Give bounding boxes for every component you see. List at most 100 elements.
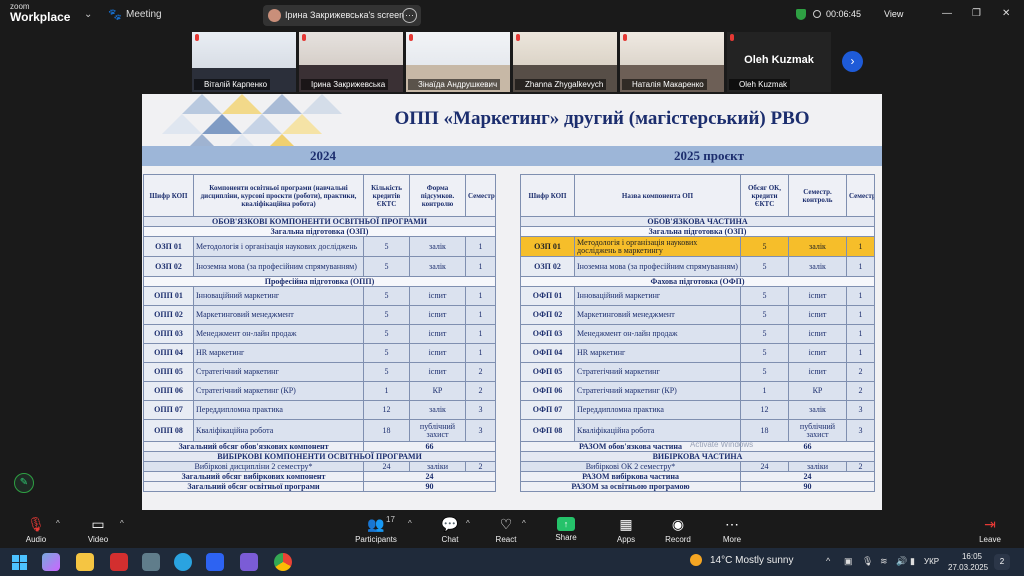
participant-tile[interactable]: Віталій Карпенко [192,32,296,92]
section-heading: ВИБІРКОВА ЧАСТИНА [520,451,875,462]
cell-name: HR маркетинг [574,343,741,363]
view-button[interactable]: View [884,9,903,19]
apps-button[interactable]: ▦ Apps [596,511,656,548]
share-button[interactable]: ↑ Share [536,511,596,548]
participant-tile[interactable]: Наталія Макаренко [620,32,724,92]
cell-name: Переддипломна практика [574,400,741,420]
table-row: ОФП 02 Маркетинговий менеджмент 5 іспит … [520,305,875,325]
windows-start-icon[interactable] [10,553,28,571]
leave-button[interactable]: ⇥ Leave [960,511,1020,548]
next-page-arrow-icon[interactable]: › [842,51,863,72]
wifi-icon[interactable]: ≋ [880,556,888,567]
participants-count: 17 [386,515,395,524]
file-explorer-icon[interactable] [76,553,94,571]
cell-form: іспит [788,324,847,344]
zoom-logo: zoom Workplace [10,3,70,24]
cell-semester: 1 [465,286,496,306]
maximize-icon[interactable]: ❐ [972,8,981,19]
meeting-label[interactable]: Meeting [126,9,162,20]
participant-tile[interactable]: Zhanna Zhygalkevych [513,32,617,92]
cell-code: ОПП 05 [143,362,194,382]
screen-share-pill[interactable]: Ірина Закрижевська's screen ⋯ [263,5,421,26]
heart-icon: ♡ [499,516,513,532]
react-button[interactable]: ♡ React ^ [476,511,536,548]
subsection-heading: Фахова підготовка (ОФП) [520,276,875,287]
table-row: ОПП 07 Переддипломна практика 12 залік 3 [143,400,496,420]
mic-muted-icon [730,34,734,41]
cell-name: Стратегічний маркетинг [193,362,364,382]
cell-semester: 3 [846,400,875,420]
chrome-icon[interactable] [274,553,292,571]
cell-name: Вибіркові ОК 2 семестру* [520,461,741,472]
camera-icon: ▭ [91,516,105,532]
shield-icon[interactable] [796,9,806,20]
app-icon[interactable] [142,553,160,571]
cell-code: ОПП 03 [143,324,194,344]
paw-icon[interactable]: 🐾 [108,8,122,21]
cell-semester: 2 [846,362,875,382]
table-row: ОПП 01 Інноваційний маркетинг 5 іспит 1 [143,286,496,306]
system-clock[interactable]: 16:05 27.03.2025 [948,551,988,573]
table-row: ОЗП 02 Іноземна мова (за професійним спр… [520,256,875,277]
acrobat-icon[interactable] [110,553,128,571]
tray-app-icon[interactable]: ▣ [844,556,853,567]
cell-credits: 12 [363,400,410,420]
react-label: React [495,535,517,544]
share-label: Share [555,533,577,542]
cell-name: Кваліфікаційна робота [574,419,741,442]
chevron-up-icon[interactable]: ^ [408,519,412,528]
more-button[interactable]: ⋯ More [702,511,762,548]
total-label: РАЗОМ за освітньою програмою [520,481,741,492]
copilot-icon[interactable] [42,553,60,571]
total-value: 90 [740,481,875,492]
minimize-icon[interactable]: — [942,8,952,19]
weather-temp: 14°C [710,555,733,566]
chevron-down-icon[interactable]: ⌄ [84,9,92,20]
cell-code: ОПП 08 [143,419,194,442]
cell-form: заліки [409,461,466,472]
zoom-icon[interactable] [206,553,224,571]
chevron-up-icon[interactable]: ^ [522,519,526,528]
chat-button[interactable]: 💬 Chat ^ [420,511,480,548]
table-row: Вибіркові ОК 2 семестру* 24 заліки 2 [520,461,875,472]
table-row: ОФП 07 Переддипломна практика 12 залік 3 [520,400,875,420]
record-button[interactable]: ◉ Record [648,511,708,548]
year-left: 2024 [310,148,336,163]
mic-icon[interactable]: 🎙 [862,556,873,567]
participant-name: Oleh Kuzmak [729,79,791,90]
total-label: Загальний обсяг освітньої програми [143,481,364,492]
participant-tile[interactable]: Oleh Kuzmak Oleh Kuzmak [727,32,831,92]
tray-chevron-icon[interactable]: ^ [826,556,830,566]
cell-code: ОФП 02 [520,305,575,325]
total-row: Загальний обсяг вибіркових компонент 24 [143,471,496,482]
audio-button[interactable]: 🎙 Audio ^ [6,511,66,548]
table-row: ОФП 06 Стратегічний маркетинг (КР) 1 КР … [520,381,875,401]
viber-icon[interactable] [240,553,258,571]
cell-credits: 1 [363,381,410,401]
total-value: 66 [740,441,875,452]
chevron-up-icon[interactable]: ^ [120,519,124,528]
volume-icon[interactable]: 🔊 [896,556,907,567]
annotate-pencil-icon[interactable]: ✎ [14,473,34,493]
chevron-up-icon[interactable]: ^ [56,519,60,528]
close-icon[interactable]: ✕ [1002,8,1010,19]
cell-form: іспит [788,343,847,363]
participants-button[interactable]: 👥 Participants 17 ^ [346,511,412,548]
video-button[interactable]: ▭ Video ^ [68,511,128,548]
cell-code: ОФП 04 [520,343,575,363]
table-row: ОФП 08 Кваліфікаційна робота 18 публічни… [520,419,875,442]
participant-tile[interactable]: Зінаїда Андрушкевич [406,32,510,92]
notifications-badge[interactable]: 2 [994,554,1010,570]
language-indicator[interactable]: УКР [924,557,939,566]
telegram-icon[interactable] [174,553,192,571]
cell-name: Інноваційний маркетинг [193,286,364,306]
cell-form: залік [788,236,847,257]
more-options-icon[interactable]: ⋯ [402,8,417,23]
cell-semester: 2 [465,362,496,382]
weather-text: Mostly sunny [735,555,794,566]
chevron-up-icon[interactable]: ^ [466,519,470,528]
record-icon: ◉ [671,516,685,532]
weather-widget[interactable]: 14°C Mostly sunny [696,555,793,566]
battery-icon[interactable]: ▮ [910,556,915,567]
participant-tile[interactable]: Ірина Закрижевська [299,32,403,92]
